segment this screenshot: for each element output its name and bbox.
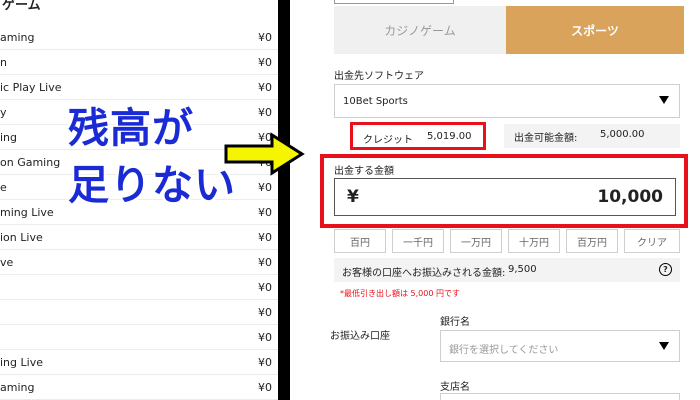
- game-name: ing Live: [0, 356, 43, 369]
- minimum-withdrawal-note: *最低引き出し額は 5,000 円です: [340, 289, 460, 298]
- credit-value: 5,019.00: [427, 131, 472, 142]
- game-name: ve: [0, 256, 14, 269]
- withdraw-amount-highlight: 出金する金額 ¥ 10,000: [320, 154, 688, 228]
- game-list-header: ゲーム: [2, 0, 41, 13]
- bank-account-section-label: お振込み口座: [330, 331, 390, 342]
- quick-amount-10000-button[interactable]: 一万円: [450, 229, 502, 253]
- credit-balance-box: クレジット 5,019.00: [350, 122, 486, 150]
- game-name: e: [0, 181, 7, 194]
- bank-select-placeholder: 銀行を選択してください: [449, 345, 559, 356]
- clear-amount-button[interactable]: クリア: [624, 229, 680, 253]
- game-name: ion Live: [0, 231, 43, 244]
- game-balance: ¥0: [258, 56, 272, 69]
- annotation-caption: 残高が 足りない: [68, 100, 236, 214]
- game-balance: ¥0: [258, 206, 272, 219]
- arrow-right-icon: [224, 132, 305, 176]
- software-select-value: 10Bet Sports: [343, 96, 408, 107]
- game-row: ic Play Live ¥0: [0, 75, 278, 100]
- credit-label: クレジット: [363, 135, 413, 146]
- software-label: 出金先ソフトウェア: [334, 71, 424, 82]
- game-name: n: [0, 56, 7, 69]
- game-name: y: [0, 106, 7, 119]
- game-name: aming: [0, 381, 35, 394]
- game-row: aming ¥0: [0, 25, 278, 50]
- game-balance: ¥0: [258, 331, 272, 344]
- dropdown-arrow-icon: [659, 96, 669, 104]
- game-row: ¥0: [0, 275, 278, 300]
- branch-name-input[interactable]: [440, 393, 680, 400]
- dropdown-arrow-icon: [659, 342, 669, 350]
- tab-header-fragment: [334, 0, 454, 4]
- withdraw-amount-value: 10,000: [597, 187, 663, 207]
- game-balance: ¥0: [258, 381, 272, 394]
- quick-amount-100000-button[interactable]: 十万円: [508, 229, 560, 253]
- game-row: ve ¥0: [0, 250, 278, 275]
- game-row: n ¥0: [0, 50, 278, 75]
- tab-casino-game[interactable]: カジノゲーム: [334, 6, 506, 54]
- help-icon[interactable]: ?: [659, 263, 672, 276]
- game-name: ic Play Live: [0, 81, 62, 94]
- receive-amount-label: お客様の口座へお振込みされる金額:: [342, 268, 506, 279]
- game-balance: ¥0: [258, 31, 272, 44]
- receive-amount-value: 9,500: [508, 264, 537, 275]
- game-row: aming ¥0: [0, 375, 278, 400]
- quick-amount-100-button[interactable]: 百円: [334, 229, 386, 253]
- branch-name-label: 支店名: [440, 382, 470, 393]
- available-value: 5,000.00: [600, 129, 645, 140]
- software-select[interactable]: 10Bet Sports: [334, 84, 680, 118]
- game-balance: ¥0: [258, 106, 272, 119]
- game-balance: ¥0: [258, 281, 272, 294]
- withdraw-amount-label: 出金する金額: [334, 166, 394, 177]
- caption-line-1: 残高が: [68, 104, 194, 152]
- game-row: ion Live ¥0: [0, 225, 278, 250]
- quick-amount-1000-button[interactable]: 一千円: [392, 229, 444, 253]
- yen-symbol: ¥: [347, 187, 359, 207]
- withdrawal-form: カジノゲーム スポーツ 出金先ソフトウェア 10Bet Sports クレジット…: [290, 0, 700, 400]
- available-label: 出金可能金額:: [514, 133, 578, 144]
- quick-amount-1000000-button[interactable]: 百万円: [566, 229, 618, 253]
- caption-line-2: 足りない: [68, 161, 236, 209]
- game-balance: ¥0: [258, 306, 272, 319]
- game-balance: ¥0: [258, 231, 272, 244]
- game-name: ing: [0, 131, 18, 144]
- game-name: ming Live: [0, 206, 54, 219]
- game-name: aming: [0, 31, 35, 44]
- game-balance: ¥0: [258, 181, 272, 194]
- bank-name-label: 銀行名: [440, 317, 470, 328]
- game-balance: ¥0: [258, 356, 272, 369]
- game-balance: ¥0: [258, 81, 272, 94]
- receive-amount-row: お客様の口座へお振込みされる金額: 9,500 ?: [334, 258, 680, 282]
- panel-divider: [278, 0, 290, 400]
- game-name: on Gaming: [0, 156, 61, 169]
- withdraw-amount-input[interactable]: ¥ 10,000: [334, 178, 676, 216]
- game-row: ing Live ¥0: [0, 350, 278, 375]
- bank-select[interactable]: 銀行を選択してください: [440, 330, 680, 362]
- game-row: ¥0: [0, 325, 278, 350]
- tab-sports[interactable]: スポーツ: [506, 6, 684, 54]
- game-balance: ¥0: [258, 256, 272, 269]
- game-row: ¥0: [0, 300, 278, 325]
- available-amount-box: 出金可能金額: 5,000.00: [504, 124, 680, 148]
